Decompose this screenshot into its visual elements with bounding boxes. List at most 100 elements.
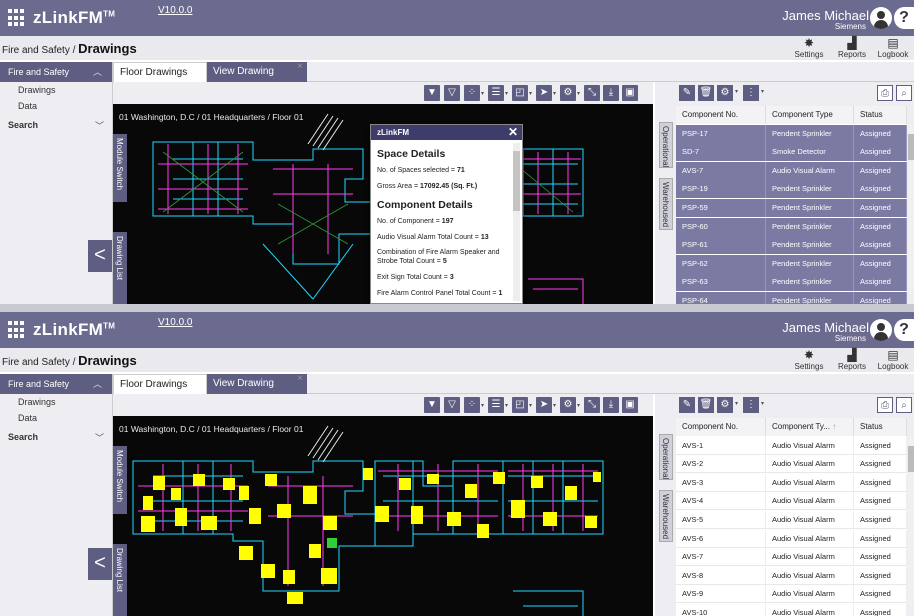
- chevron-down-icon[interactable]: ▾: [735, 400, 738, 407]
- chevron-down-icon[interactable]: ▾: [761, 400, 764, 407]
- grid-scrollbar[interactable]: [908, 124, 914, 294]
- tab-view-drawing[interactable]: View Drawing: [207, 374, 307, 394]
- table-row[interactable]: AVS-4 Audio Visual Alarm Assigned: [676, 492, 907, 511]
- view-options-icon[interactable]: ⚙: [560, 85, 576, 101]
- table-row[interactable]: PSP-62 Pendent Sprinkler Assigned: [676, 254, 907, 274]
- chevron-down-icon[interactable]: ▾: [577, 402, 580, 409]
- column-header-status[interactable]: Status: [854, 106, 907, 124]
- edit-icon[interactable]: ✎: [679, 397, 695, 413]
- tab-warehoused[interactable]: Warehoused: [659, 178, 673, 230]
- sidebar-search[interactable]: Search ﹀: [0, 114, 112, 136]
- save-icon[interactable]: ▣: [622, 85, 638, 101]
- tab-operational[interactable]: Operational: [659, 434, 673, 480]
- chevron-down-icon[interactable]: ▾: [529, 90, 532, 97]
- help-icon[interactable]: ?: [894, 7, 914, 29]
- app-grid-icon[interactable]: [8, 321, 26, 339]
- table-row[interactable]: AVS-8 Audio Visual Alarm Assigned: [676, 566, 907, 586]
- chevron-down-icon[interactable]: ▾: [505, 402, 508, 409]
- table-row[interactable]: AVS-1 Audio Visual Alarm Assigned: [676, 436, 907, 456]
- table-row[interactable]: PSP-59 Pendent Sprinkler Assigned: [676, 198, 907, 218]
- drawing-list-tab[interactable]: Drawing List: [113, 232, 127, 304]
- settings-button[interactable]: ✸ Settings: [788, 348, 830, 371]
- module-switch-tab[interactable]: Module Switch: [113, 446, 127, 514]
- column-header-component-type[interactable]: Component Type: [766, 106, 854, 124]
- pointer-icon[interactable]: ➤: [536, 397, 552, 413]
- sidebar-section-fire-and-safety[interactable]: Fire and Safety ︿: [0, 62, 112, 82]
- fit-view-icon[interactable]: ⤡: [584, 397, 600, 413]
- selected-space-marker[interactable]: [327, 538, 337, 548]
- pointer-icon[interactable]: ➤: [536, 85, 552, 101]
- chevron-down-icon[interactable]: ▾: [481, 90, 484, 97]
- filter-clear-icon[interactable]: ▽: [444, 397, 460, 413]
- sidebar-item-data[interactable]: Data: [0, 410, 112, 426]
- table-row[interactable]: AVS-3 Audio Visual Alarm Assigned: [676, 473, 907, 493]
- version-link[interactable]: V10.0.0: [158, 317, 192, 328]
- table-row[interactable]: SD-7 Smoke Detector Assigned: [676, 143, 907, 162]
- legend-icon[interactable]: ☰: [488, 85, 504, 101]
- filter-icon[interactable]: ▼: [424, 397, 440, 413]
- column-header-status[interactable]: Status: [854, 418, 907, 436]
- more-icon[interactable]: ⋮: [743, 397, 759, 413]
- reports-button[interactable]: ▟ Reports: [831, 348, 873, 371]
- chevron-down-icon[interactable]: ▾: [481, 402, 484, 409]
- grid-scrollbar[interactable]: [908, 436, 914, 606]
- select-area-icon[interactable]: ◰: [512, 397, 528, 413]
- table-row[interactable]: AVS-7 Audio Visual Alarm Assigned: [676, 548, 907, 567]
- column-header-component-no[interactable]: Component No.: [676, 418, 766, 436]
- tab-floor-drawings[interactable]: Floor Drawings: [113, 374, 207, 394]
- search-icon[interactable]: ⌕: [896, 397, 912, 413]
- version-link[interactable]: V10.0.0: [158, 5, 192, 16]
- app-grid-icon[interactable]: [8, 9, 26, 27]
- table-row[interactable]: PSP-17 Pendent Sprinkler Assigned: [676, 124, 907, 144]
- chevron-down-icon[interactable]: ▾: [553, 402, 556, 409]
- edit-icon[interactable]: ✎: [679, 85, 695, 101]
- column-header-component-no[interactable]: Component No.: [676, 106, 766, 124]
- table-row[interactable]: AVS-2 Audio Visual Alarm Assigned: [676, 455, 907, 474]
- close-tab-icon[interactable]: ×: [297, 61, 303, 72]
- close-icon[interactable]: ✕: [508, 125, 518, 139]
- sidebar-section-fire-and-safety[interactable]: Fire and Safety ︿: [0, 374, 112, 394]
- chevron-down-icon[interactable]: ▾: [553, 90, 556, 97]
- tab-floor-drawings[interactable]: Floor Drawings: [113, 62, 207, 82]
- export-icon[interactable]: ⎙: [877, 85, 893, 101]
- more-icon[interactable]: ⋮: [743, 85, 759, 101]
- sidebar-item-drawings[interactable]: Drawings: [0, 82, 112, 98]
- filter-icon[interactable]: ▼: [424, 85, 440, 101]
- help-icon[interactable]: ?: [894, 319, 914, 341]
- delete-icon[interactable]: 🗑: [698, 397, 714, 413]
- tab-operational[interactable]: Operational: [659, 122, 673, 168]
- column-header-component-type[interactable]: Component Ty... ↑: [766, 418, 854, 436]
- sort-ascending-icon[interactable]: ↑: [832, 422, 836, 431]
- tab-warehoused[interactable]: Warehoused: [659, 490, 673, 542]
- collapse-sidebar-button[interactable]: <: [88, 548, 112, 580]
- table-row[interactable]: PSP-63 Pendent Sprinkler Assigned: [676, 273, 907, 292]
- chevron-down-icon[interactable]: ▾: [529, 402, 532, 409]
- layers-icon[interactable]: ⁘: [464, 85, 480, 101]
- logbook-button[interactable]: ▤ Logbook: [872, 348, 914, 371]
- view-options-icon[interactable]: ⚙: [560, 397, 576, 413]
- gear-icon[interactable]: ⚙: [717, 85, 733, 101]
- select-area-icon[interactable]: ◰: [512, 85, 528, 101]
- export-icon[interactable]: ⎙: [877, 397, 893, 413]
- module-switch-tab[interactable]: Module Switch: [113, 134, 127, 202]
- table-row[interactable]: PSP-64 Pendent Sprinkler Assigned: [676, 291, 907, 304]
- table-row[interactable]: AVS-5 Audio Visual Alarm Assigned: [676, 510, 907, 530]
- save-icon[interactable]: ▣: [622, 397, 638, 413]
- fit-view-icon[interactable]: ⤡: [584, 85, 600, 101]
- chevron-down-icon[interactable]: ▾: [577, 90, 580, 97]
- download-icon[interactable]: ⤓: [603, 85, 619, 101]
- delete-icon[interactable]: 🗑: [698, 85, 714, 101]
- collapse-sidebar-button[interactable]: <: [88, 240, 112, 272]
- settings-button[interactable]: ✸ Settings: [788, 36, 830, 59]
- table-row[interactable]: PSP-60 Pendent Sprinkler Assigned: [676, 217, 907, 237]
- drawing-canvas[interactable]: 01 Washington, D.C / 01 Headquarters / F…: [113, 416, 653, 616]
- close-tab-icon[interactable]: ×: [297, 373, 303, 384]
- search-icon[interactable]: ⌕: [896, 85, 912, 101]
- download-icon[interactable]: ⤓: [603, 397, 619, 413]
- tab-view-drawing[interactable]: View Drawing: [207, 62, 307, 82]
- chevron-down-icon[interactable]: ▾: [735, 88, 738, 95]
- chevron-down-icon[interactable]: ▾: [761, 88, 764, 95]
- table-row[interactable]: AVS-9 Audio Visual Alarm Assigned: [676, 585, 907, 604]
- table-row[interactable]: AVS-7 Audio Visual Alarm Assigned: [676, 161, 907, 181]
- filter-clear-icon[interactable]: ▽: [444, 85, 460, 101]
